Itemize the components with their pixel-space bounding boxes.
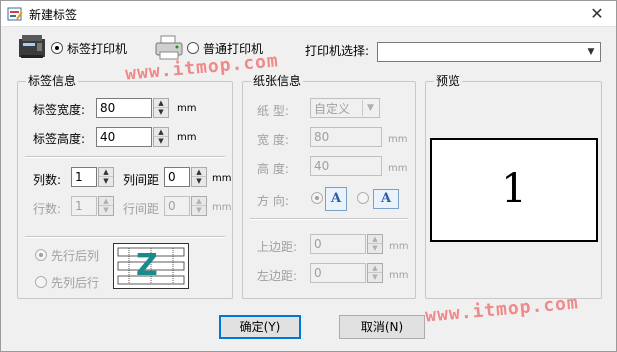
landscape-radio[interactable] xyxy=(357,192,369,204)
spin-down-icon[interactable]: ▼ xyxy=(154,108,168,117)
column-gap-stepper[interactable]: ▲ ▼ xyxy=(191,167,207,187)
paper-type-label: 纸 型: xyxy=(257,104,289,118)
spin-down-icon[interactable]: ▼ xyxy=(368,273,382,282)
label-height-unit: mm xyxy=(177,132,197,143)
chevron-down-icon[interactable]: ▼ xyxy=(583,44,599,60)
preview-canvas: 1 xyxy=(430,138,598,242)
left-margin-stepper[interactable]: ▲ ▼ xyxy=(367,263,383,283)
label-info-separator xyxy=(25,156,225,158)
paper-width-label: 宽 度: xyxy=(257,133,289,147)
close-icon[interactable]: ✕ xyxy=(584,3,610,25)
title-bar: 新建标签 ✕ xyxy=(1,1,616,27)
spin-down-icon[interactable]: ▼ xyxy=(154,137,168,146)
row-first-radio[interactable] xyxy=(35,249,47,261)
label-width-label: 标签宽度: xyxy=(33,103,86,117)
columns-input[interactable]: 1 xyxy=(71,167,97,187)
new-label-dialog: 新建标签 ✕ 标签打印机 普通打印机 打印机选择: ▼ 标签信息 标签宽度: 8… xyxy=(0,0,617,352)
printer-select[interactable]: ▼ xyxy=(377,42,601,62)
left-margin-input[interactable]: 0 xyxy=(310,263,366,283)
window-title: 新建标签 xyxy=(29,8,78,22)
z-order-letter: Z xyxy=(136,248,158,283)
spin-up-icon[interactable]: ▲ xyxy=(154,128,168,137)
paper-height-input[interactable]: 40 xyxy=(310,156,382,176)
label-width-unit: mm xyxy=(177,103,197,114)
spin-down-icon[interactable]: ▼ xyxy=(99,206,113,215)
left-margin-label: 左边距: xyxy=(257,269,298,283)
portrait-orientation-icon: A xyxy=(325,187,347,211)
portrait-radio[interactable] xyxy=(311,192,323,204)
row-gap-unit: mm xyxy=(212,202,232,213)
paper-width-input[interactable]: 80 xyxy=(310,127,382,147)
paper-type-select[interactable]: 自定义 ▼ xyxy=(310,98,380,118)
rows-stepper[interactable]: ▲ ▼ xyxy=(98,196,114,216)
paper-height-unit: mm xyxy=(388,163,408,174)
order-separator xyxy=(25,236,225,238)
top-margin-unit: mm xyxy=(389,241,409,252)
spin-down-icon[interactable]: ▼ xyxy=(99,177,113,186)
preview-number: 1 xyxy=(501,166,527,212)
ok-button[interactable]: 确定(Y) xyxy=(219,315,301,339)
spin-up-icon[interactable]: ▲ xyxy=(99,168,113,177)
label-height-input[interactable]: 40 xyxy=(96,127,152,147)
label-height-stepper[interactable]: ▲ ▼ xyxy=(153,127,169,147)
column-gap-input[interactable]: 0 xyxy=(164,167,190,187)
spin-up-icon[interactable]: ▲ xyxy=(99,197,113,206)
label-height-label: 标签高度: xyxy=(33,132,86,146)
columns-label: 列数: xyxy=(33,173,62,187)
paper-type-value: 自定义 xyxy=(314,102,351,116)
label-printer-label: 标签打印机 xyxy=(67,42,128,56)
label-printer-icon xyxy=(19,35,45,58)
row-gap-label: 行间距 xyxy=(123,202,160,216)
row-first-label: 先行后列 xyxy=(51,249,100,263)
preview-title: 预览 xyxy=(434,74,463,88)
chevron-down-icon[interactable]: ▼ xyxy=(362,100,378,116)
column-first-label: 先列后行 xyxy=(51,276,100,290)
top-margin-stepper[interactable]: ▲ ▼ xyxy=(367,234,383,254)
paper-info-title: 纸张信息 xyxy=(251,74,304,88)
columns-stepper[interactable]: ▲ ▼ xyxy=(98,167,114,187)
cancel-button[interactable]: 取消(N) xyxy=(339,315,425,339)
spin-up-icon[interactable]: ▲ xyxy=(368,235,382,244)
top-margin-input[interactable]: 0 xyxy=(310,234,366,254)
column-gap-unit: mm xyxy=(212,173,232,184)
layout-order-icon: Z xyxy=(113,243,189,289)
spin-down-icon[interactable]: ▼ xyxy=(192,177,206,186)
column-gap-label: 列间距 xyxy=(123,173,160,187)
spin-up-icon[interactable]: ▲ xyxy=(154,99,168,108)
paper-height-label: 高 度: xyxy=(257,162,289,176)
spin-up-icon[interactable]: ▲ xyxy=(192,197,206,206)
rows-input[interactable]: 1 xyxy=(71,196,97,216)
spin-down-icon[interactable]: ▼ xyxy=(192,206,206,215)
rows-label: 行数: xyxy=(33,202,62,216)
paper-width-unit: mm xyxy=(388,134,408,145)
label-app-icon xyxy=(7,7,23,21)
spin-down-icon[interactable]: ▼ xyxy=(368,244,382,253)
column-first-radio[interactable] xyxy=(35,276,47,288)
left-margin-unit: mm xyxy=(389,270,409,281)
label-width-stepper[interactable]: ▲ ▼ xyxy=(153,98,169,118)
row-gap-input[interactable]: 0 xyxy=(164,196,190,216)
top-margin-label: 上边距: xyxy=(257,240,298,254)
spin-up-icon[interactable]: ▲ xyxy=(368,264,382,273)
label-width-input[interactable]: 80 xyxy=(96,98,152,118)
normal-printer-radio[interactable] xyxy=(187,42,199,54)
paper-info-separator xyxy=(250,218,408,220)
landscape-orientation-icon: A xyxy=(373,189,399,209)
printer-select-label: 打印机选择: xyxy=(305,44,370,58)
row-gap-stepper[interactable]: ▲ ▼ xyxy=(191,196,207,216)
orientation-label: 方 向: xyxy=(257,194,289,208)
label-info-title: 标签信息 xyxy=(26,74,79,88)
spin-up-icon[interactable]: ▲ xyxy=(192,168,206,177)
label-printer-radio[interactable] xyxy=(51,42,63,54)
